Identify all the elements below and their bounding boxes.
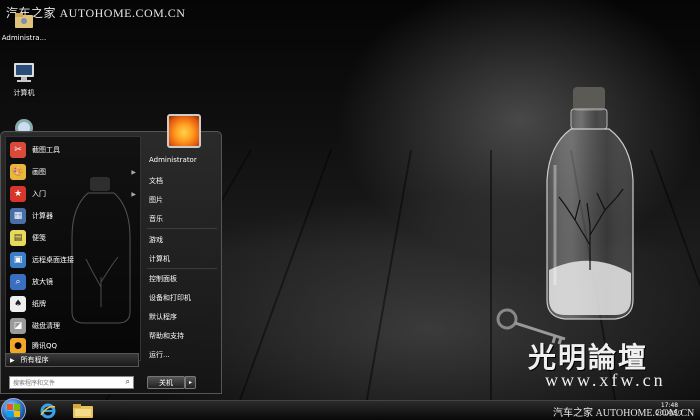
start-program-label: 磁盘清理 — [32, 322, 60, 330]
watermark-forum-url: www.xfw.cn — [545, 370, 666, 390]
submenu-arrow-icon[interactable]: ▶ — [131, 191, 136, 198]
start-program-magnifier[interactable]: ⌕ 放大镜 — [10, 271, 138, 293]
watermark-autohome-bottom: 汽车之家 AUTOHOME.COM.CN — [553, 408, 695, 419]
start-link-games[interactable]: 游戏 — [149, 235, 163, 245]
start-program-disk-cleanup[interactable]: ◪ 磁盘清理 — [10, 315, 138, 337]
start-program-getting-started[interactable]: ★ 入门 ▶ — [10, 183, 138, 205]
start-menu: ✂ 截图工具 🎨 画图 ▶ ★ 入门 ▶ ▦ 计算器 ▤ 便笺 ▣ 远程桌面连接… — [0, 114, 222, 394]
windows-logo-icon — [7, 404, 20, 417]
start-button[interactable] — [1, 398, 26, 420]
disk-cleanup-icon: ◪ — [10, 318, 26, 334]
user-account-picture[interactable] — [167, 114, 201, 148]
start-program-label: 纸牌 — [32, 300, 46, 308]
calculator-icon: ▦ — [10, 208, 26, 224]
start-link-devices-printers[interactable]: 设备和打印机 — [149, 293, 191, 303]
user-folder-icon — [0, 10, 48, 32]
shutdown-options-arrow[interactable]: ▸ — [185, 376, 196, 389]
start-program-remote-desktop[interactable]: ▣ 远程桌面连接 — [10, 249, 138, 271]
shutdown-button[interactable]: 关机 — [147, 376, 185, 389]
play-arrow-icon: ▶ — [10, 356, 15, 364]
start-program-label: 截图工具 — [32, 146, 60, 154]
folder-icon — [73, 404, 93, 418]
start-link-computer[interactable]: 计算机 — [149, 254, 170, 264]
floor-plank-line — [490, 150, 492, 420]
start-link-help-support[interactable]: 帮助和支持 — [149, 331, 184, 341]
start-program-calculator[interactable]: ▦ 计算器 — [10, 205, 138, 227]
start-program-snipping-tool[interactable]: ✂ 截图工具 — [10, 139, 138, 161]
floor-plank-line — [362, 150, 412, 420]
start-link-music[interactable]: 音乐 — [149, 214, 163, 224]
desktop-icon-computer[interactable]: 计算机 — [0, 62, 48, 98]
qq-icon: ● — [10, 338, 26, 354]
scissors-icon: ✂ — [10, 142, 26, 158]
star-icon: ★ — [10, 186, 26, 202]
taskbar-internet-explorer[interactable] — [35, 402, 61, 420]
desktop-icon-label: Administra... — [1, 34, 47, 42]
remote-desktop-icon: ▣ — [10, 252, 26, 268]
menu-separator — [147, 268, 217, 269]
taskbar-explorer[interactable] — [70, 402, 96, 420]
start-search-input[interactable]: 搜索程序和文件 ⌕ — [9, 376, 134, 389]
computer-icon — [0, 62, 48, 86]
start-link-pictures[interactable]: 图片 — [149, 195, 163, 205]
glass-bottle-image — [546, 87, 634, 320]
start-program-label: 入门 — [32, 190, 46, 198]
submenu-arrow-icon[interactable]: ▶ — [131, 169, 136, 176]
start-link-control-panel[interactable]: 控制面板 — [149, 274, 177, 284]
internet-explorer-icon — [40, 403, 56, 419]
start-link-user[interactable]: Administrator — [149, 156, 197, 164]
cards-icon: ♠ — [10, 296, 26, 312]
start-program-label: 计算器 — [32, 212, 53, 220]
desktop-icon-administrator[interactable]: Administra... — [0, 10, 48, 42]
search-icon[interactable]: ⌕ — [126, 377, 130, 387]
start-program-label: 远程桌面连接 — [32, 256, 74, 264]
start-program-label: 放大镜 — [32, 278, 53, 286]
desktop-icon-label: 计算机 — [13, 89, 35, 97]
sticky-note-icon: ▤ — [10, 230, 26, 246]
all-programs-label: 所有程序 — [20, 356, 49, 364]
search-placeholder: 搜索程序和文件 — [13, 380, 56, 387]
start-menu-programs-pane: ✂ 截图工具 🎨 画图 ▶ ★ 入门 ▶ ▦ 计算器 ▤ 便笺 ▣ 远程桌面连接… — [5, 136, 141, 361]
start-program-label: 腾讯QQ — [32, 342, 58, 350]
start-program-label: 画图 — [32, 168, 46, 176]
magnifier-icon: ⌕ — [10, 274, 26, 290]
paint-icon: 🎨 — [10, 164, 26, 180]
start-program-solitaire[interactable]: ♠ 纸牌 — [10, 293, 138, 315]
start-link-documents[interactable]: 文档 — [149, 176, 163, 186]
start-program-sticky-notes[interactable]: ▤ 便笺 — [10, 227, 138, 249]
start-link-default-programs[interactable]: 默认程序 — [149, 312, 177, 322]
all-programs-button[interactable]: ▶ 所有程序 — [5, 353, 139, 367]
start-program-paint[interactable]: 🎨 画图 ▶ — [10, 161, 138, 183]
floor-plank-line — [231, 150, 332, 420]
start-link-run[interactable]: 运行... — [149, 350, 170, 360]
menu-separator — [147, 228, 217, 229]
start-program-label: 便笺 — [32, 234, 46, 242]
